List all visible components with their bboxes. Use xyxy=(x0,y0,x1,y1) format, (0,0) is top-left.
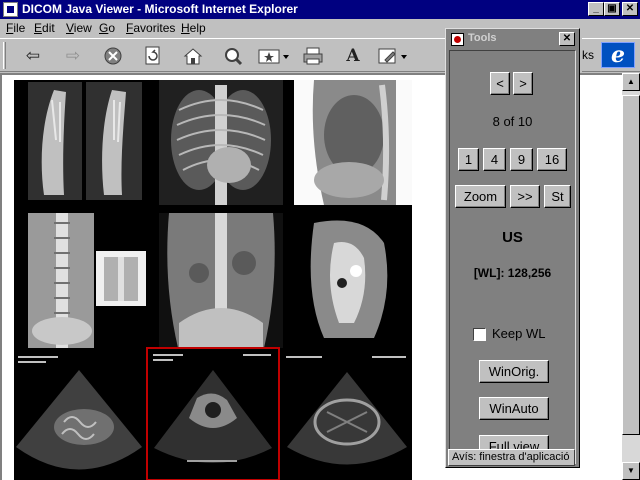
menu-help[interactable]: Help xyxy=(181,21,206,35)
st-button[interactable]: St xyxy=(544,185,571,208)
window-level-value: [WL]: 128,256 xyxy=(473,266,552,280)
layout-4-button[interactable]: 4 xyxy=(483,148,506,171)
prev-image-button[interactable]: < xyxy=(490,72,510,95)
zoom-button[interactable]: Zoom xyxy=(455,185,506,208)
tools-panel: < > 8 of 10 1 4 9 16 Zoom >> St US [WL]:… xyxy=(449,50,576,464)
thumb-abdomen-xray[interactable] xyxy=(159,213,283,348)
back-icon[interactable]: ⇦ xyxy=(20,43,46,69)
tools-title: Tools xyxy=(468,32,497,44)
forward-icon[interactable]: ⇨ xyxy=(60,43,86,69)
layout-16-button[interactable]: 16 xyxy=(537,148,567,171)
minimize-button[interactable]: _ xyxy=(588,2,604,16)
tools-palette: Tools ✕ < > 8 of 10 1 4 9 16 Zoom >> St … xyxy=(445,28,580,468)
java-cup-icon xyxy=(451,33,464,46)
menu-go[interactable]: Go xyxy=(99,21,115,35)
close-button[interactable]: ✕ xyxy=(622,2,638,16)
stop-icon[interactable] xyxy=(100,43,126,69)
layout-9-button[interactable]: 9 xyxy=(510,148,533,171)
dicom-viewer-applet[interactable] xyxy=(14,80,412,480)
scroll-up-arrow-icon[interactable]: ▲ xyxy=(622,73,640,91)
home-icon[interactable] xyxy=(180,43,206,69)
window-title: DICOM Java Viewer - Microsoft Internet E… xyxy=(22,2,298,16)
menu-favorites[interactable]: Favorites xyxy=(126,21,175,35)
tools-close-button[interactable]: ✕ xyxy=(559,32,575,46)
menu-file[interactable]: File xyxy=(6,21,25,35)
maximize-button[interactable]: ▣ xyxy=(604,2,620,16)
thumb-mri[interactable] xyxy=(284,213,412,348)
thumb-us-3[interactable] xyxy=(282,352,412,480)
thumb-feet-xray[interactable] xyxy=(24,80,148,205)
thumb-us-1[interactable] xyxy=(14,352,144,480)
vertical-scrollbar[interactable]: ▲ ▼ xyxy=(622,73,640,480)
win-auto-button[interactable]: WinAuto xyxy=(479,397,549,420)
thumb-us-2[interactable] xyxy=(146,347,280,480)
toolbar-grip[interactable] xyxy=(3,42,6,69)
thumb-chest-pa-xray[interactable] xyxy=(159,80,283,205)
keep-wl-label: Keep WL xyxy=(492,326,546,341)
thumb-spine-xray[interactable] xyxy=(24,213,148,348)
menu-edit[interactable]: Edit xyxy=(34,21,55,35)
refresh-icon[interactable] xyxy=(140,43,166,69)
font-icon[interactable]: A xyxy=(340,43,366,69)
ie-logo-icon: e xyxy=(601,42,635,68)
favorites-icon[interactable] xyxy=(256,43,292,69)
win-orig-button[interactable]: WinOrig. xyxy=(479,360,549,383)
forward-button[interactable]: >> xyxy=(510,185,540,208)
print-icon[interactable] xyxy=(300,43,326,69)
image-position: 8 of 10 xyxy=(492,114,533,129)
links-label[interactable]: ks xyxy=(582,48,594,62)
menu-view[interactable]: View xyxy=(66,21,92,35)
next-image-button[interactable]: > xyxy=(513,72,533,95)
ie-window-icon[interactable] xyxy=(3,2,18,17)
tools-titlebar[interactable]: Tools ✕ xyxy=(448,31,577,48)
standard-toolbar: ⇦ ⇨ A xyxy=(0,38,445,72)
scroll-down-arrow-icon[interactable]: ▼ xyxy=(622,462,640,480)
scrollbar-thumb[interactable] xyxy=(622,95,640,435)
window-titlebar: DICOM Java Viewer - Microsoft Internet E… xyxy=(0,0,640,19)
edit-icon[interactable] xyxy=(376,43,412,69)
links-bar-fragment: ks e xyxy=(582,38,640,72)
modality-label: US xyxy=(502,229,523,246)
keep-wl-checkbox[interactable] xyxy=(473,328,486,341)
thumb-chest-lateral-xray[interactable] xyxy=(294,80,412,205)
layout-1-button[interactable]: 1 xyxy=(458,148,479,171)
applet-status-bar: Avís: finestra d'aplicació xyxy=(448,449,575,466)
search-icon[interactable] xyxy=(220,43,246,69)
